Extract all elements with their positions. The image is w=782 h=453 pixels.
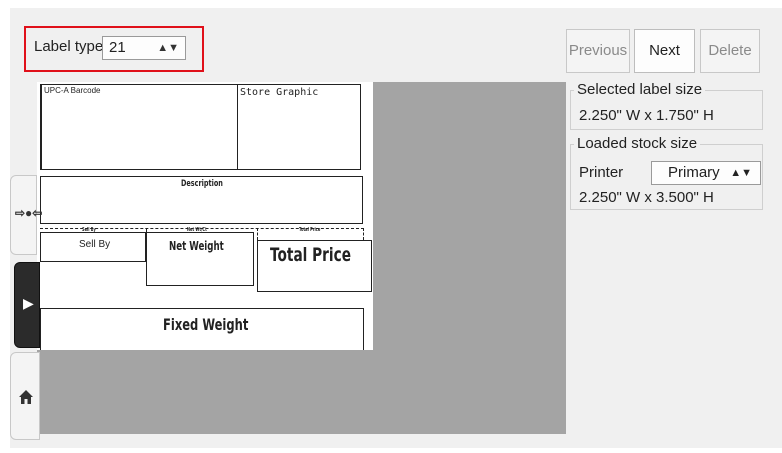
updown-arrows-icon: ▲▼ xyxy=(157,42,179,54)
play-tab[interactable]: ▶ xyxy=(14,262,40,348)
dashed-divider xyxy=(146,228,147,234)
total-price-label: Total Price xyxy=(270,244,351,266)
label-type-value: 21 xyxy=(109,39,126,56)
label-canvas: UPC-A Barcode Store Graphic Description … xyxy=(37,82,373,350)
next-button[interactable]: Next xyxy=(634,29,695,73)
loaded-stock-value: 2.250" W x 3.500" H xyxy=(579,189,714,206)
play-icon: ▶ xyxy=(23,295,34,311)
upc-label: UPC-A Barcode xyxy=(44,86,101,95)
total-price-small-label: Total Price xyxy=(299,227,321,233)
fit-width-icon: ⇨●⇦ xyxy=(15,206,43,220)
sell-by-field[interactable]: Sell By xyxy=(40,232,146,262)
dashed-divider xyxy=(257,228,258,240)
previous-button[interactable]: Previous xyxy=(566,29,630,73)
store-graphic-field[interactable]: Store Graphic xyxy=(237,84,361,170)
printer-label: Printer xyxy=(579,164,624,181)
updown-arrows-icon: ▲▼ xyxy=(730,167,752,179)
total-price-field[interactable]: Total Price xyxy=(257,240,372,292)
home-icon xyxy=(19,390,33,404)
printer-select[interactable]: Primary ▲▼ xyxy=(651,161,761,185)
printer-value: Primary xyxy=(668,164,720,181)
loaded-stock-title: Loaded stock size xyxy=(574,135,701,152)
description-label: Description xyxy=(181,179,223,189)
fixed-weight-field[interactable]: Fixed Weight xyxy=(40,308,364,350)
fit-tab[interactable]: ⇨●⇦ xyxy=(10,175,42,255)
home-tab[interactable] xyxy=(10,352,40,440)
selected-size-value: 2.250" W x 1.750" H xyxy=(579,107,714,124)
net-weight-label: Net Weight xyxy=(169,239,224,253)
label-type-select[interactable]: 21 ▲▼ xyxy=(102,36,186,60)
fixed-weight-label: Fixed Weight xyxy=(163,315,249,334)
label-type-label: Label type xyxy=(34,38,104,55)
selected-size-title: Selected label size xyxy=(574,81,706,98)
store-graphic-label: Store Graphic xyxy=(240,87,319,98)
dashed-divider xyxy=(363,228,364,240)
sell-by-label: Sell By xyxy=(79,239,111,250)
delete-button[interactable]: Delete xyxy=(700,29,760,73)
net-weight-field[interactable]: Net Weight xyxy=(146,232,254,286)
description-field[interactable]: Description xyxy=(40,176,363,224)
upc-field[interactable]: UPC-A Barcode xyxy=(40,84,239,170)
